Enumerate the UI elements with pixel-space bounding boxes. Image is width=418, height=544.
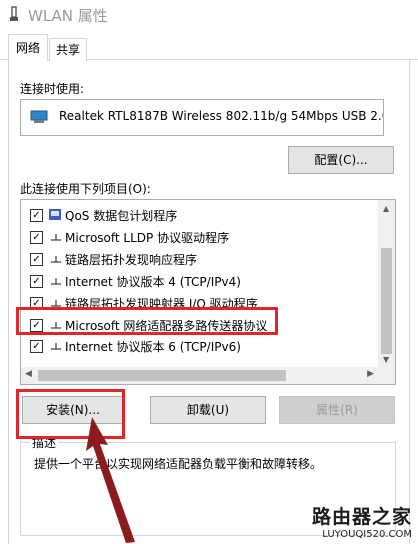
items-section-label: 此连接使用下列项目(O): <box>20 182 151 196</box>
tab-sharing-label: 共享 <box>55 43 80 57</box>
properties-button[interactable]: 属性(R) <box>279 396 395 424</box>
list-item-label: 链路层拓扑发现响应程序 <box>65 253 198 267</box>
properties-button-label: 属性(R) <box>316 403 358 417</box>
protocol-icon <box>51 278 61 285</box>
protocol-icon <box>51 343 61 350</box>
list-item[interactable]: ✓ 链路层拓扑发现响应程序 <box>21 249 376 270</box>
scroll-right-icon[interactable]: ▶ <box>367 369 374 379</box>
list-item-label: Microsoft LLDP 协议驱动程序 <box>65 231 230 245</box>
vertical-scroll-thumb[interactable] <box>381 248 392 354</box>
checkbox[interactable]: ✓ <box>30 209 43 222</box>
description-legend: 描述 <box>30 434 59 451</box>
list-item[interactable]: ✓ Microsoft LLDP 协议驱动程序 <box>21 227 376 248</box>
adapter-name: Realtek RTL8187B Wireless 802.11b/g 54Mb… <box>59 109 384 123</box>
tab-sharing[interactable]: 共享 <box>49 38 87 61</box>
protocol-icon <box>51 322 61 329</box>
wifi-adapter-icon <box>10 6 18 21</box>
protocol-icon <box>51 256 61 263</box>
list-item-label: Microsoft 网络适配器多路传送器协议 <box>65 319 268 333</box>
checkbox[interactable]: ✓ <box>30 319 43 332</box>
list-item-label: Internet 协议版本 6 (TCP/IPv6) <box>65 340 241 354</box>
checkbox[interactable]: ✓ <box>30 275 43 288</box>
list-item[interactable]: ✓ Internet 协议版本 4 (TCP/IPv4) <box>21 271 376 292</box>
vertical-scrollbar[interactable]: ▲ ▼ <box>378 200 395 367</box>
configure-button[interactable]: 配置(C)... <box>288 146 394 174</box>
checkbox[interactable]: ✓ <box>30 297 43 310</box>
scroll-down-icon[interactable]: ▼ <box>383 355 389 364</box>
qos-icon <box>49 209 61 220</box>
protocol-icon <box>51 234 61 241</box>
components-list[interactable]: ✓ QoS 数据包计划程序 ✓ Microsoft LLDP 协议驱动程序 ✓ … <box>20 199 396 385</box>
scrollbar-corner <box>378 367 395 384</box>
protocol-icon <box>51 300 61 307</box>
uninstall-button[interactable]: 卸载(U) <box>150 396 266 424</box>
network-adapter-icon <box>30 110 48 123</box>
tab-network-label: 网络 <box>15 41 40 55</box>
list-item[interactable]: ✓ 链路层拓扑发现映射器 I/O 驱动程序 <box>21 293 376 314</box>
window-title: WLAN 属性 <box>28 7 108 25</box>
watermark: 路由器之家 LUYOUQI520.COM <box>312 502 412 540</box>
list-item[interactable]: ✓ Microsoft 网络适配器多路传送器协议 <box>21 315 376 336</box>
watermark-cn: 路由器之家 <box>311 506 412 528</box>
list-item[interactable]: ✓ QoS 数据包计划程序 <box>21 205 376 226</box>
horizontal-scroll-thumb[interactable] <box>38 370 286 381</box>
list-item-label: Internet 协议版本 4 (TCP/IPv4) <box>65 275 241 289</box>
description-text: 提供一个平台以实现网络适配器负载平衡和故障转移。 <box>34 457 323 471</box>
checkbox[interactable]: ✓ <box>30 231 43 244</box>
scroll-left-icon[interactable]: ◀ <box>25 369 32 379</box>
checkbox[interactable]: ✓ <box>30 253 43 266</box>
scroll-up-icon[interactable]: ▲ <box>383 204 389 213</box>
list-item[interactable]: ✓ Internet 协议版本 6 (TCP/IPv6) <box>21 336 376 357</box>
annotation-arrow-icon <box>86 417 135 543</box>
title-bar: WLAN 属性 <box>0 0 418 28</box>
configure-button-label: 配置(C)... <box>314 153 368 167</box>
adapter-field: Realtek RTL8187B Wireless 802.11b/g 54Mb… <box>20 99 384 136</box>
horizontal-scrollbar[interactable]: ◀ ▶ <box>21 367 378 384</box>
uninstall-button-label: 卸载(U) <box>186 403 230 417</box>
checkbox[interactable]: ✓ <box>30 340 43 353</box>
list-item-label: 链路层拓扑发现映射器 I/O 驱动程序 <box>65 297 258 311</box>
tab-network[interactable]: 网络 <box>8 34 48 61</box>
list-item-label: QoS 数据包计划程序 <box>65 209 178 223</box>
connect-using-label: 连接时使用: <box>20 82 85 96</box>
watermark-en: LUYOUQI520.COM <box>322 529 412 540</box>
